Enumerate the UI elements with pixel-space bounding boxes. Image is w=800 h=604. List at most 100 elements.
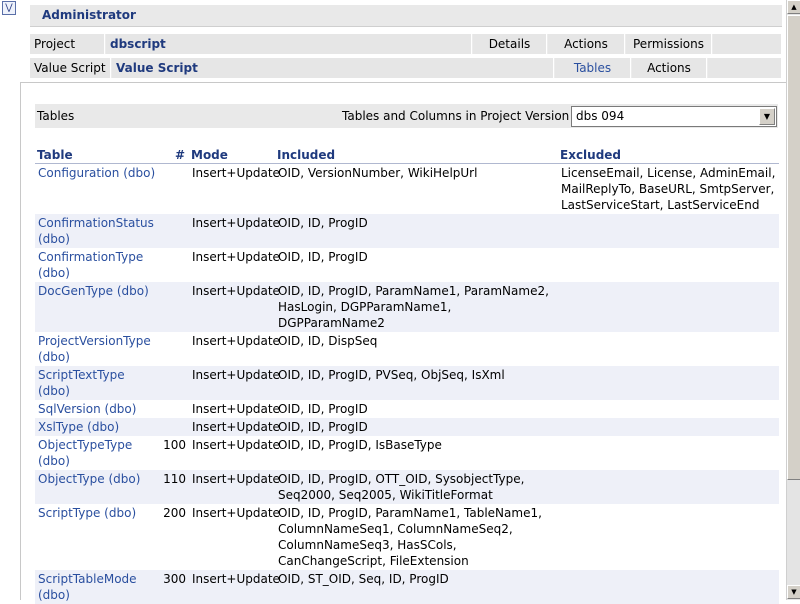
table-row: SqlVersion (dbo) Insert+Update OID, ID, Pr… [35, 400, 779, 418]
script-label: Value Script [30, 58, 111, 78]
cell-excluded: LicenseEmail, License, AdminEmail, MailR… [561, 165, 776, 212]
cell-number: 300 [159, 569, 189, 604]
cell-included: OID, ID, ProgID [275, 417, 558, 436]
cell-table[interactable]: ObjectType (dbo) [35, 469, 159, 504]
cell-mode: Insert+Update [189, 365, 280, 400]
table-row: Configuration (dbo) Insert+Update OID, Ver… [35, 163, 779, 214]
collapse-icon[interactable]: ⋁ [2, 1, 16, 15]
project-row-filler [713, 34, 782, 54]
table-row: ScriptTextType (dbo) Insert+Update OID, ID… [35, 365, 779, 400]
cell-excluded [558, 281, 779, 332]
table-row: ObjectType (dbo) 110 Insert+Update OID, ID,… [35, 469, 779, 504]
scroll-down-icon[interactable]: ▼ [787, 585, 800, 599]
cell-number [159, 163, 189, 214]
tables-grid: Table # Mode Included Excluded Configura… [35, 145, 779, 604]
chevron-down-icon[interactable]: ▼ [759, 108, 775, 125]
cell-mode: Insert+Update [192, 165, 280, 180]
cell-number [159, 281, 189, 332]
project-version-select[interactable]: dbs 094 ▼ [571, 106, 777, 127]
cell-included: OID, ID, DispSeq [278, 333, 378, 348]
cell-number [159, 213, 189, 248]
cell-table[interactable]: DocGenType (dbo) [35, 281, 159, 332]
cell-excluded [558, 248, 779, 282]
cell-excluded [558, 365, 779, 400]
column-header-table[interactable]: Table [35, 145, 159, 164]
column-header-excluded[interactable]: Excluded [558, 145, 779, 164]
cell-mode: Insert+Update [192, 333, 280, 348]
cell-table[interactable]: SqlVersion (dbo) [35, 400, 159, 418]
cell-included: OID, ID, ProgID [278, 401, 368, 416]
cell-number [159, 400, 189, 418]
cell-excluded [558, 400, 779, 418]
table-row: ProjectVersionType (dbo) Insert+Update OID… [35, 332, 779, 366]
cell-mode: Insert+Update [189, 417, 280, 436]
table-row: ScriptTableMode (dbo) 300 Insert+Update OID… [35, 569, 779, 604]
cell-excluded [558, 213, 779, 248]
cell-table[interactable]: ObjectTypeType (dbo) [35, 436, 159, 470]
cell-table[interactable]: ConfirmationType (dbo) [35, 248, 159, 282]
scrollbar-thumb[interactable] [787, 15, 800, 480]
cell-mode: Insert+Update [189, 213, 280, 248]
tables-panel: Tables Tables and Columns in Project Ver… [20, 82, 786, 604]
table-row: DocGenType (dbo) Insert+Update OID, ID, Pr… [35, 281, 779, 332]
cell-included: OID, ID, ProgID, IsBaseType [278, 437, 442, 452]
cell-included: OID, ID, ProgID, ParamName1, ParamName2,… [275, 281, 558, 332]
tables-toolbar: Tables Tables and Columns in Project Ver… [35, 104, 778, 128]
permissions-button[interactable]: Permissions [626, 34, 712, 54]
project-version-value: dbs 094 [576, 109, 625, 123]
script-actions-button[interactable]: Actions [632, 58, 707, 78]
cell-table[interactable]: ConfirmationStatus (dbo) [35, 213, 159, 248]
cell-mode: Insert+Update [192, 401, 280, 416]
cell-mode: Insert+Update [192, 505, 280, 520]
cell-mode: Insert+Update [189, 281, 280, 332]
table-header-row: Table # Mode Included Excluded [35, 145, 779, 164]
project-label: Project [30, 34, 105, 54]
cell-included: OID, ID, ProgID [278, 249, 368, 264]
cell-table[interactable]: ScriptTableMode (dbo) [35, 569, 159, 604]
cell-excluded [558, 436, 779, 470]
table-row: ObjectTypeType (dbo) 100 Insert+Update OID,… [35, 436, 779, 470]
cell-number [159, 332, 189, 366]
table-row: XslType (dbo) Insert+Update OID, ID, ProgI… [35, 417, 779, 436]
cell-number: 110 [159, 469, 189, 504]
cell-number [159, 365, 189, 400]
admin-header: Administrator [30, 5, 782, 27]
cell-excluded [558, 569, 779, 604]
cell-excluded [558, 469, 779, 504]
cell-excluded [558, 332, 779, 366]
project-row: Project dbscript Details Actions Permiss… [30, 34, 782, 54]
column-header-number[interactable]: # [159, 145, 189, 164]
scroll-up-icon[interactable]: ▲ [787, 0, 800, 14]
details-button[interactable]: Details [473, 34, 547, 54]
cell-number: 100 [163, 437, 186, 452]
cell-included: OID, VersionNumber, WikiHelpUrl [278, 165, 478, 180]
column-header-included[interactable]: Included [275, 145, 558, 164]
tables-button[interactable]: Tables [555, 58, 631, 78]
cell-table[interactable]: XslType (dbo) [35, 417, 159, 436]
project-actions-button[interactable]: Actions [548, 34, 625, 54]
table-row: ConfirmationType (dbo) Insert+Update OID, … [35, 248, 779, 282]
script-row: Value Script Value Script Tables Actions [30, 58, 782, 78]
cell-included: OID, ID, ProgID, PVSeq, ObjSeq, IsXml [275, 365, 558, 400]
cell-mode: Insert+Update [189, 569, 280, 604]
script-row-filler [708, 58, 782, 78]
script-name: Value Script [112, 58, 554, 78]
admin-title: Administrator [42, 8, 136, 22]
cell-table[interactable]: Configuration (dbo) [35, 163, 159, 214]
cell-mode: Insert+Update [192, 437, 280, 452]
cell-excluded [558, 417, 779, 436]
tables-heading: Tables [37, 109, 75, 123]
cell-table[interactable]: ScriptType (dbo) [35, 504, 159, 570]
vertical-scrollbar[interactable]: ▲ ▼ [786, 0, 800, 600]
table-row: ConfirmationStatus (dbo) Insert+Update OID… [35, 213, 779, 248]
cell-included: OID, ID, ProgID, ParamName1, TableName1,… [278, 505, 542, 568]
project-name: dbscript [106, 34, 472, 54]
cell-excluded [558, 504, 779, 570]
cell-number [159, 417, 189, 436]
cell-number [159, 248, 189, 282]
cell-table[interactable]: ProjectVersionType (dbo) [35, 332, 159, 366]
cell-included: OID, ST_OID, Seq, ID, ProgID [275, 569, 558, 604]
cell-table[interactable]: ScriptTextType (dbo) [35, 365, 159, 400]
cell-included: OID, ID, ProgID [275, 213, 558, 248]
column-header-mode[interactable]: Mode [189, 145, 275, 164]
